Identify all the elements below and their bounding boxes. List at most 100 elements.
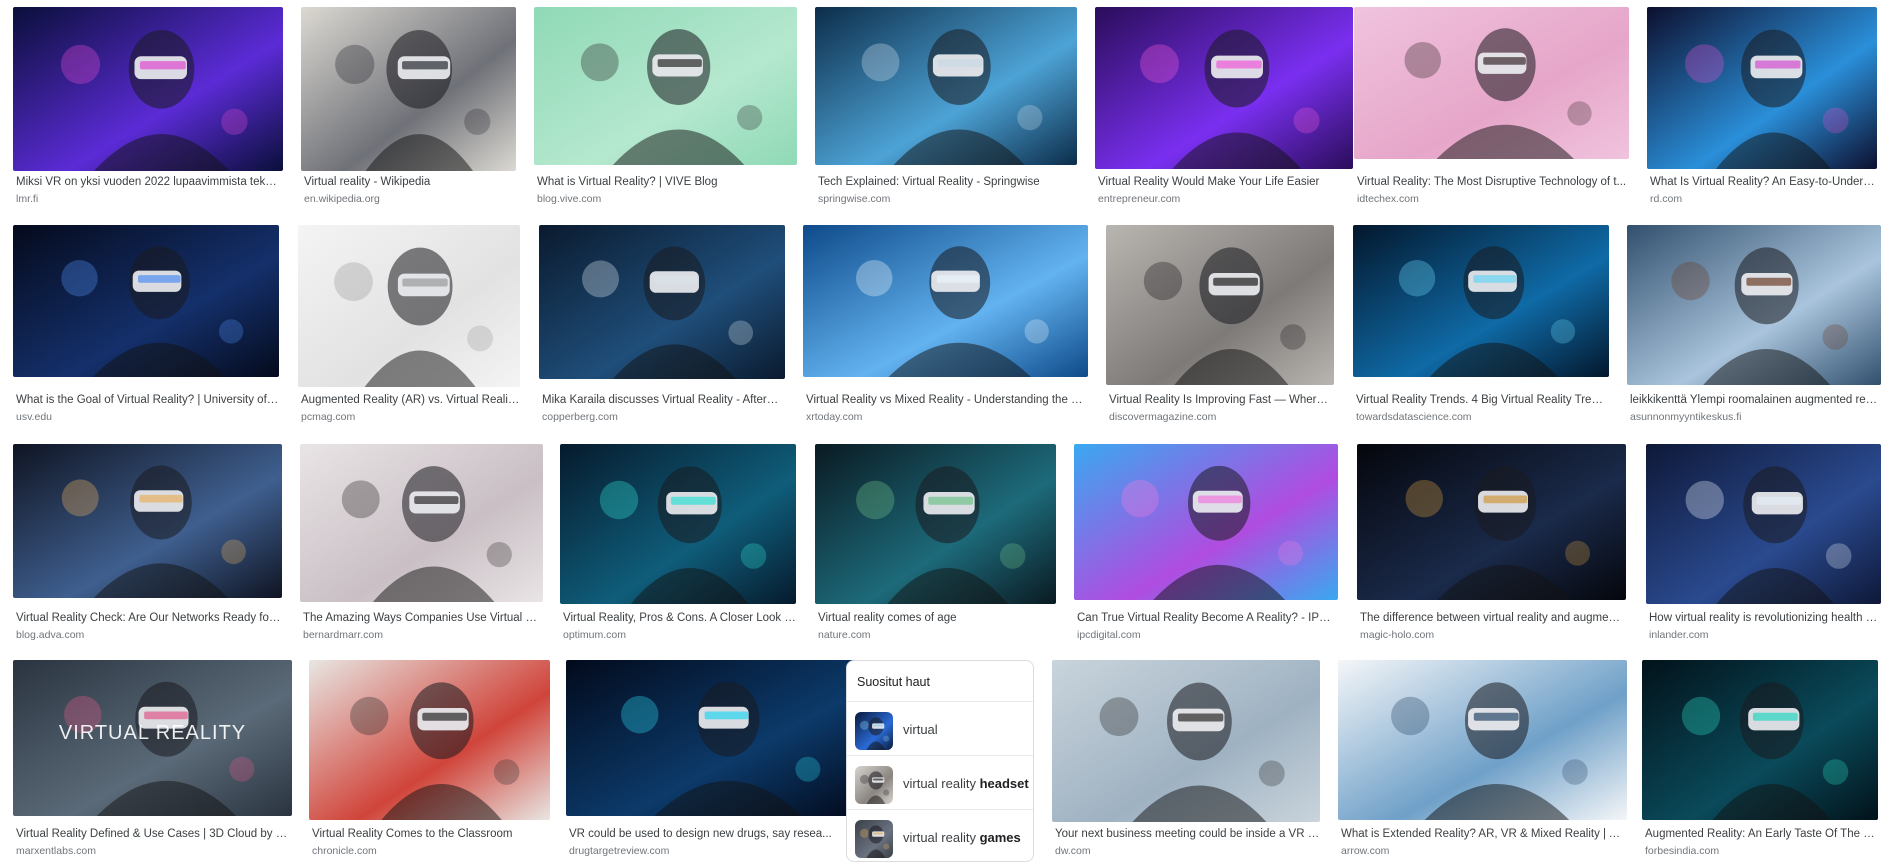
result-title[interactable]: Your next business meeting could be insi…	[1055, 827, 1320, 841]
result-thumbnail[interactable]	[13, 444, 282, 598]
result-source-domain: arrow.com	[1341, 845, 1390, 857]
image-result[interactable]: Augmented Reality (AR) vs. Virtual Reali…	[298, 225, 520, 425]
result-thumbnail[interactable]	[1052, 660, 1320, 822]
image-result[interactable]: Your next business meeting could be insi…	[1052, 660, 1320, 859]
result-source-domain: asunnonmyyntikeskus.fi	[1630, 411, 1742, 423]
result-source-domain: idtechex.com	[1357, 193, 1419, 205]
result-source-domain: dw.com	[1055, 845, 1091, 857]
result-thumbnail[interactable]	[1338, 660, 1627, 820]
result-title[interactable]: Virtual Reality vs Mixed Reality - Under…	[806, 393, 1088, 407]
result-title[interactable]: Virtual Reality, Pros & Cons. A Closer L…	[563, 611, 796, 625]
result-thumbnail[interactable]	[539, 225, 785, 379]
related-search-label: virtual reality games	[903, 830, 1021, 845]
image-result[interactable]: VR could be used to design new drugs, sa…	[566, 660, 861, 859]
result-source-domain: blog.adva.com	[16, 629, 85, 641]
image-result[interactable]: Virtual Reality, Pros & Cons. A Closer L…	[560, 444, 796, 643]
result-thumbnail[interactable]	[1106, 225, 1334, 385]
result-source-domain: drugtargetreview.com	[569, 845, 670, 857]
image-result[interactable]: Mika Karaila discusses Virtual Reality -…	[539, 225, 785, 425]
image-result[interactable]: Virtual Reality Is Improving Fast — Wher…	[1106, 225, 1334, 425]
image-result[interactable]: Can True Virtual Reality Become A Realit…	[1074, 444, 1338, 643]
image-result[interactable]: Virtual Reality Check: Are Our Networks …	[13, 444, 282, 643]
result-title[interactable]: VR could be used to design new drugs, sa…	[569, 827, 861, 841]
result-title[interactable]: Virtual reality comes of age	[818, 611, 1056, 625]
result-thumbnail[interactable]	[1627, 225, 1881, 385]
image-result[interactable]: What is the Goal of Virtual Reality? | U…	[13, 225, 279, 425]
result-title[interactable]: What is Virtual Reality? | VIVE Blog	[537, 175, 797, 189]
image-result[interactable]: Virtual reality - Wikipedia en.wikipedia.…	[301, 7, 516, 207]
result-thumbnail[interactable]	[815, 444, 1056, 604]
result-thumbnail[interactable]	[301, 7, 516, 171]
result-title[interactable]: Augmented Reality (AR) vs. Virtual Reali…	[301, 393, 520, 407]
result-source-domain: entrepreneur.com	[1098, 193, 1181, 205]
image-result[interactable]: The difference between virtual reality a…	[1357, 444, 1626, 643]
image-result[interactable]: Augmented Reality: An Early Taste Of The…	[1642, 660, 1878, 859]
result-title[interactable]: Virtual Reality Would Make Your Life Eas…	[1098, 175, 1353, 189]
result-thumbnail[interactable]	[1646, 444, 1881, 604]
result-title[interactable]: Miksi VR on yksi vuoden 2022 lupaavimmis…	[16, 175, 283, 189]
result-thumbnail[interactable]	[1357, 444, 1626, 600]
result-thumbnail[interactable]: VIRTUAL REALITY	[13, 660, 292, 816]
image-result[interactable]: How virtual reality is revolutionizing h…	[1646, 444, 1881, 643]
result-thumbnail[interactable]	[1074, 444, 1338, 600]
related-search-item[interactable]: virtual reality headset	[847, 755, 1033, 810]
result-title[interactable]: Virtual reality - Wikipedia	[304, 175, 516, 189]
result-title[interactable]: Virtual Reality Trends. 4 Big Virtual Re…	[1356, 393, 1609, 407]
image-result[interactable]: Virtual Reality Trends. 4 Big Virtual Re…	[1353, 225, 1609, 425]
image-result[interactable]: Miksi VR on yksi vuoden 2022 lupaavimmis…	[13, 7, 283, 207]
result-title[interactable]: What Is Virtual Reality? An Easy-to-Unde…	[1650, 175, 1877, 189]
result-thumbnail[interactable]	[1647, 7, 1877, 169]
related-search-item[interactable]: virtual	[847, 701, 1033, 756]
result-title[interactable]: Tech Explained: Virtual Reality - Spring…	[818, 175, 1077, 189]
result-title[interactable]: Virtual Reality: The Most Disruptive Tec…	[1357, 175, 1629, 189]
result-title[interactable]: What is the Goal of Virtual Reality? | U…	[16, 393, 279, 407]
result-title[interactable]: Virtual Reality Check: Are Our Networks …	[16, 611, 282, 625]
result-thumbnail[interactable]	[298, 225, 520, 387]
result-thumbnail[interactable]	[1642, 660, 1878, 820]
result-title[interactable]: What is Extended Reality? AR, VR & Mixed…	[1341, 827, 1627, 841]
result-thumbnail[interactable]	[309, 660, 550, 820]
image-result[interactable]: Virtual Reality: The Most Disruptive Tec…	[1354, 7, 1629, 207]
result-source-domain: lmr.fi	[16, 193, 39, 205]
image-result[interactable]: The Amazing Ways Companies Use Virtual R…	[300, 444, 543, 643]
result-thumbnail[interactable]	[1354, 7, 1629, 159]
related-search-thumbnail	[855, 712, 893, 750]
result-thumbnail[interactable]	[815, 7, 1077, 165]
result-title[interactable]: Mika Karaila discusses Virtual Reality -…	[542, 393, 785, 407]
related-search-item[interactable]: virtual reality games	[847, 809, 1033, 864]
result-title[interactable]: Virtual Reality Is Improving Fast — Wher…	[1109, 393, 1334, 407]
result-title[interactable]: Can True Virtual Reality Become A Realit…	[1077, 611, 1338, 625]
result-thumbnail[interactable]	[803, 225, 1088, 377]
result-source-domain: inlander.com	[1649, 629, 1709, 641]
result-source-domain: discovermagazine.com	[1109, 411, 1217, 423]
result-title[interactable]: The Amazing Ways Companies Use Virtual R…	[303, 611, 543, 625]
image-result[interactable]: Virtual Reality vs Mixed Reality - Under…	[803, 225, 1088, 425]
image-result[interactable]: leikkikenttä Ylempi roomalainen augmente…	[1627, 225, 1881, 425]
image-result[interactable]: Virtual Reality Would Make Your Life Eas…	[1095, 7, 1353, 207]
result-thumbnail[interactable]	[560, 444, 796, 604]
result-title[interactable]: The difference between virtual reality a…	[1360, 611, 1626, 625]
image-result[interactable]: What is Extended Reality? AR, VR & Mixed…	[1338, 660, 1627, 859]
result-source-domain: optimum.com	[563, 629, 627, 641]
thumbnail-overlay-text: VIRTUAL REALITY	[58, 722, 247, 744]
result-thumbnail[interactable]	[13, 7, 283, 171]
image-result[interactable]: What is Virtual Reality? | VIVE Blog blog…	[534, 7, 797, 207]
image-result[interactable]: Virtual reality comes of age nature.com	[815, 444, 1056, 643]
result-title[interactable]: Virtual Reality Comes to the Classroom	[312, 827, 550, 841]
result-title[interactable]: Virtual Reality Defined & Use Cases | 3D…	[16, 827, 292, 841]
result-thumbnail[interactable]	[1353, 225, 1609, 377]
image-result[interactable]: Tech Explained: Virtual Reality - Spring…	[815, 7, 1077, 207]
image-result[interactable]: Virtual Reality Comes to the Classroom ch…	[309, 660, 550, 859]
image-result[interactable]: VIRTUAL REALITY Virtual Reality Defined &…	[13, 660, 292, 859]
result-thumbnail[interactable]	[1095, 7, 1353, 169]
result-thumbnail[interactable]	[566, 660, 861, 816]
result-title[interactable]: Augmented Reality: An Early Taste Of The…	[1645, 827, 1878, 841]
result-title[interactable]: How virtual reality is revolutionizing h…	[1649, 611, 1881, 625]
result-thumbnail[interactable]	[13, 225, 279, 377]
image-result[interactable]: What Is Virtual Reality? An Easy-to-Unde…	[1647, 7, 1877, 207]
result-source-domain: en.wikipedia.org	[304, 193, 380, 205]
result-thumbnail[interactable]	[534, 7, 797, 165]
result-source-domain: nature.com	[818, 629, 871, 641]
result-title[interactable]: leikkikenttä Ylempi roomalainen augmente…	[1630, 393, 1881, 407]
result-thumbnail[interactable]	[300, 444, 543, 602]
